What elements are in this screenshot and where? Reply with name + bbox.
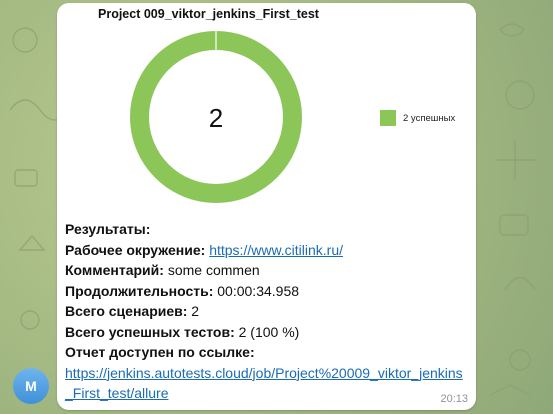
report-row: Отчет доступен по ссылке:: [65, 342, 471, 363]
env-link[interactable]: https://www.citilink.ru/: [209, 242, 343, 258]
duration-row: Продолжительность: 00:00:34.958: [65, 281, 471, 302]
donut-chart: 2: [130, 31, 302, 203]
results-heading: Результаты:: [65, 219, 471, 240]
legend-label: 2 успешных: [403, 113, 456, 124]
comment-value: some commen: [167, 262, 260, 278]
sender-avatar[interactable]: M: [13, 368, 49, 404]
results-heading-label: Результаты:: [65, 221, 151, 237]
scenarios-value: 2: [191, 303, 200, 319]
donut-center-label: 2: [209, 103, 223, 133]
env-row: Рабочее окружение: https://www.citilink.…: [65, 240, 471, 261]
duration-label: Продолжительность:: [65, 282, 214, 299]
allure-chart-card: Project 009_viktor_jenkins_First_test 2 …: [57, 3, 476, 215]
report-link[interactable]: https://jenkins.autotests.cloud/job/Proj…: [65, 365, 463, 402]
legend-swatch: [380, 110, 396, 126]
results-text: Результаты: Рабочее окружение: https://w…: [65, 219, 471, 404]
passed-value: 2 (100 %): [238, 323, 300, 340]
scenarios-row: Всего сценариев: 2: [65, 301, 471, 322]
message-timestamp: 20:13: [440, 393, 468, 405]
comment-row: Комментарий: some commen: [65, 260, 471, 281]
report-label: Отчет доступен по ссылке:: [65, 344, 255, 360]
comment-label: Комментарий:: [65, 262, 164, 278]
passed-row: Всего успешных тестов: 2 (100 %): [65, 322, 471, 343]
duration-value: 00:00:34.958: [217, 282, 300, 299]
message-bubble[interactable]: Project 009_viktor_jenkins_First_test 2 …: [57, 3, 476, 410]
scenarios-label: Всего сценариев:: [65, 303, 188, 319]
report-link-row: https://jenkins.autotests.cloud/job/Proj…: [65, 363, 469, 404]
passed-label: Всего успешных тестов:: [65, 323, 235, 340]
env-label: Рабочее окружение:: [65, 241, 206, 258]
